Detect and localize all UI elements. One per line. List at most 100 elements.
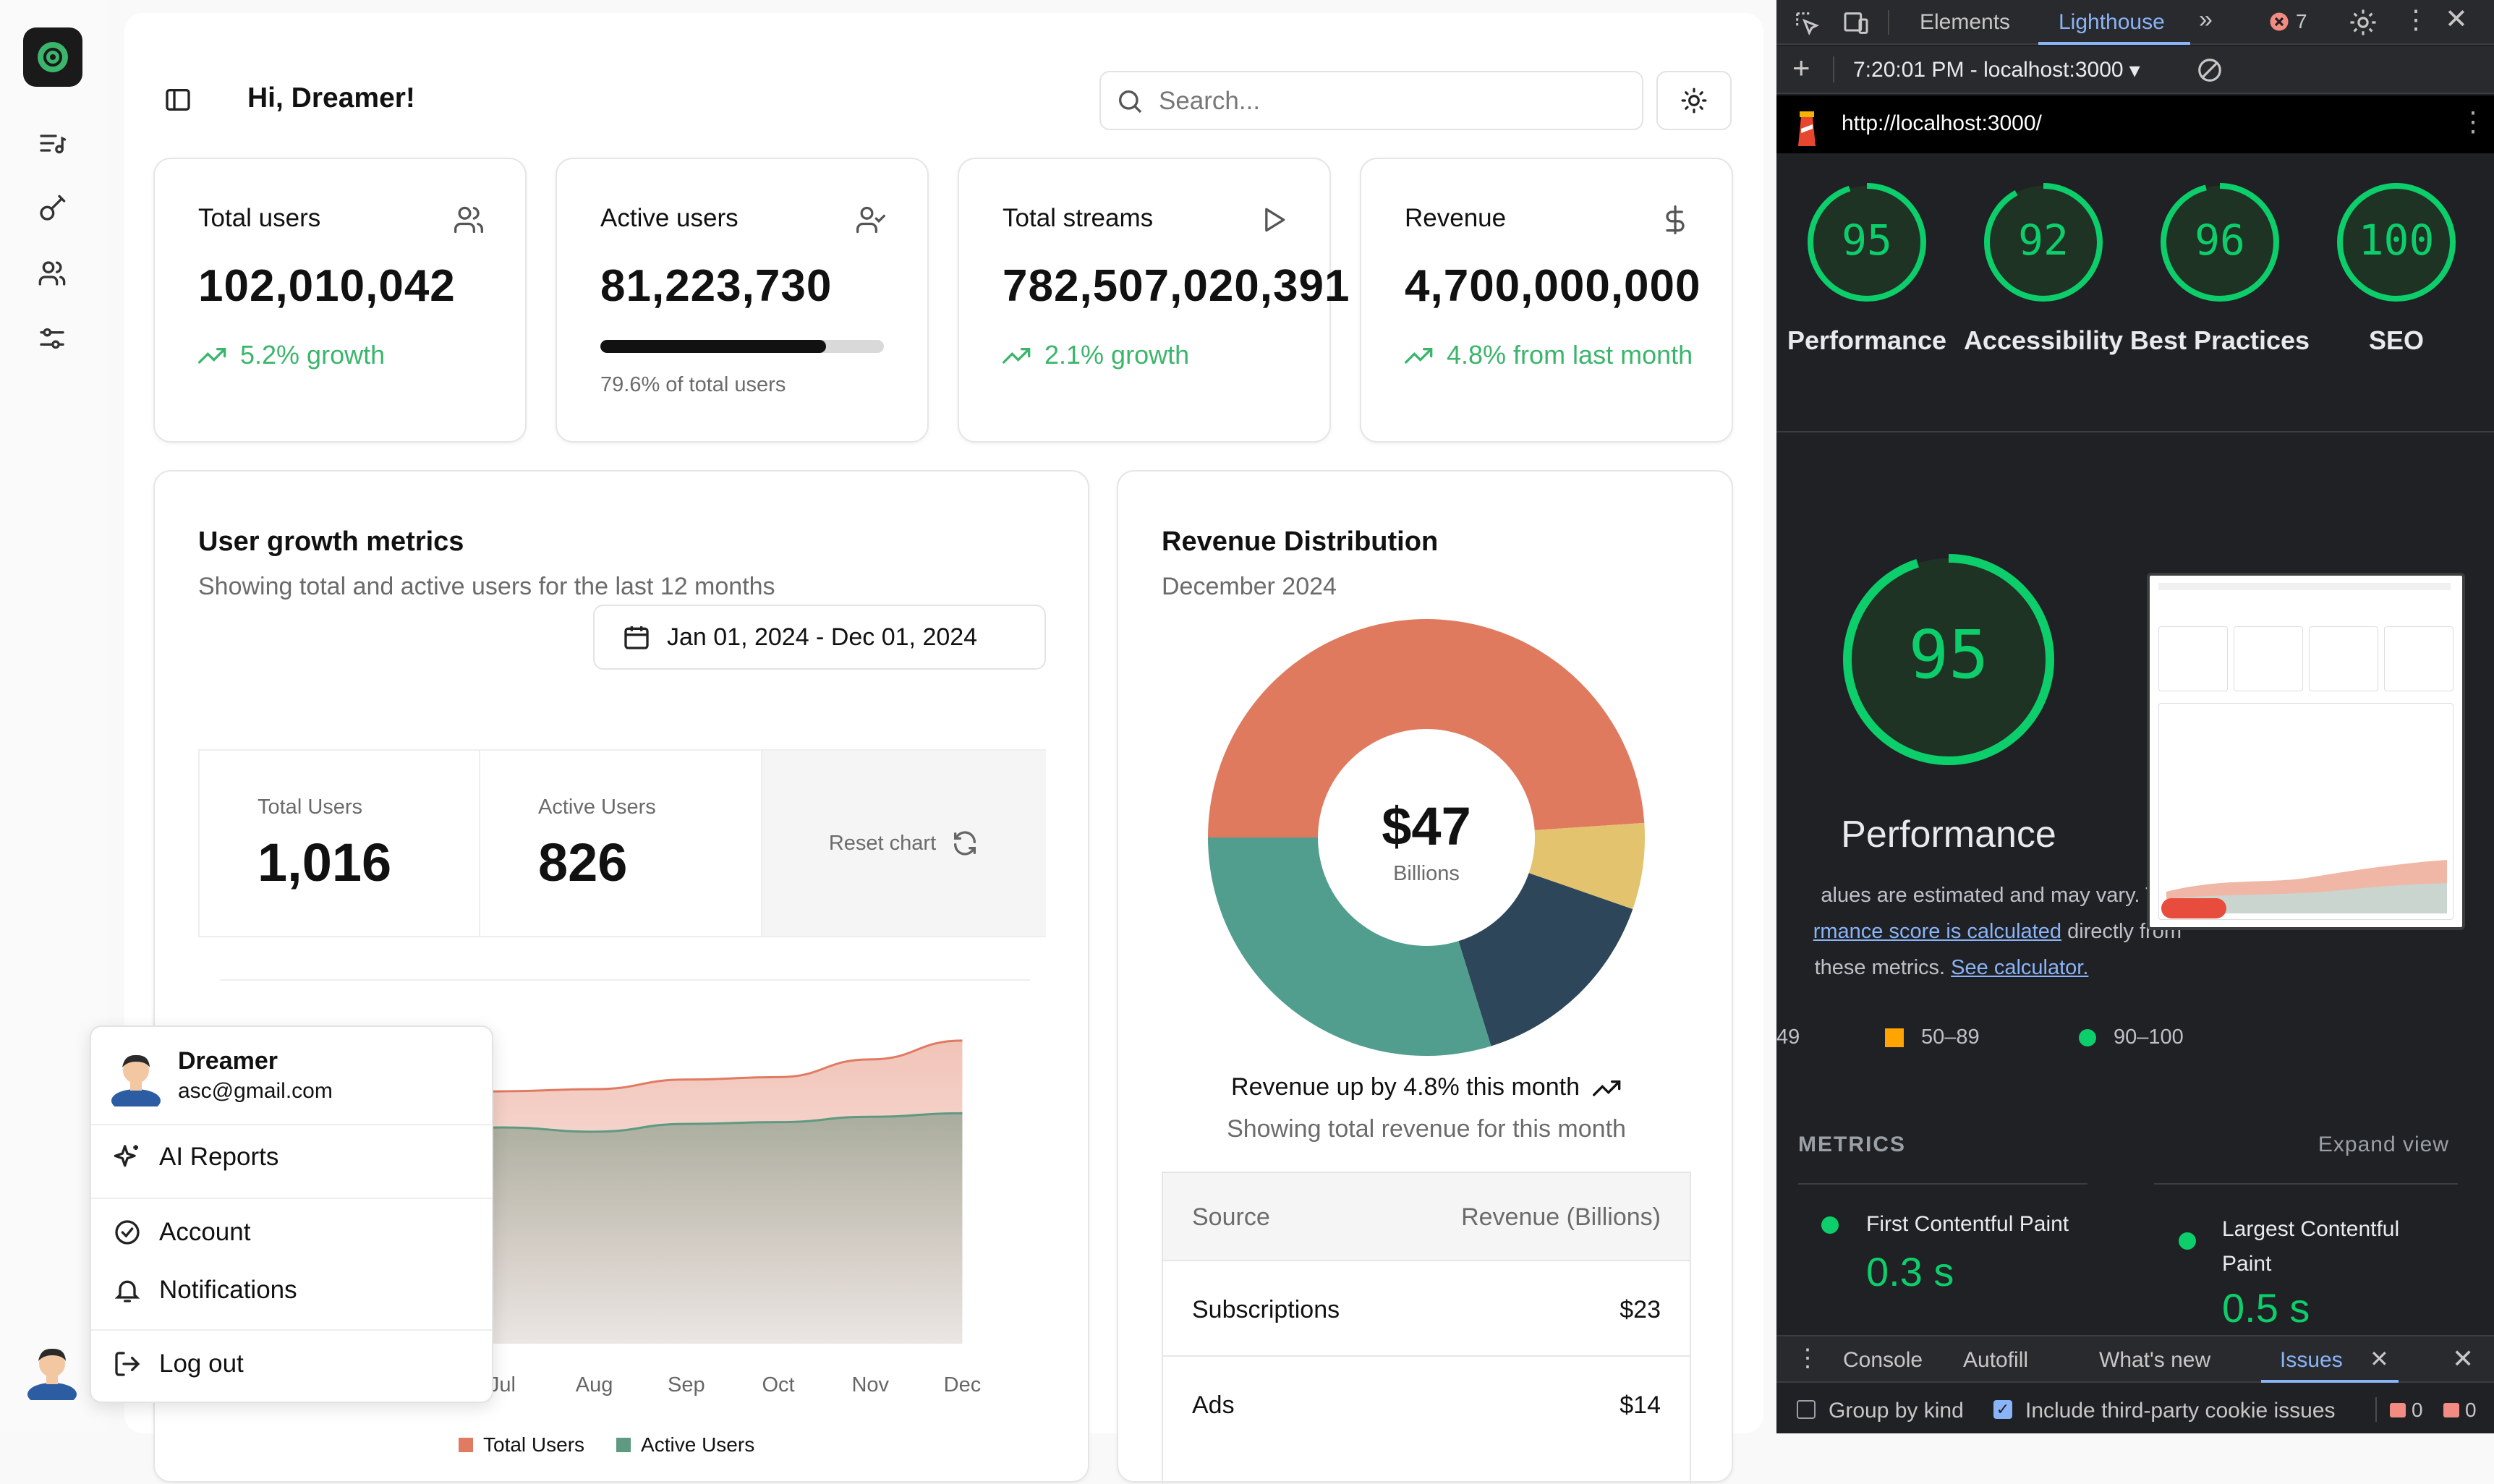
dropdown-caret-icon: ▾ (2129, 59, 2140, 82)
divider (91, 1124, 492, 1125)
growth-label: 2.1% growth (1044, 340, 1190, 370)
search-input[interactable]: Search... (1099, 71, 1643, 130)
drawer-tabbar: ⋮ Console Autofill What's new Issues ✕ ✕ (1776, 1335, 2494, 1383)
issue-count-warnings[interactable]: 0 (2443, 1399, 2477, 1422)
legend-swatch-total (459, 1438, 473, 1452)
play-icon (1265, 208, 1285, 232)
error-issue-icon (2390, 1403, 2406, 1417)
x-tick-label: Dec (944, 1373, 982, 1396)
page-screenshot-thumbnail[interactable] (2147, 573, 2465, 930)
close-drawer-icon[interactable]: ✕ (2452, 1344, 2474, 1374)
menu-item-notifications[interactable]: Notifications (113, 1276, 297, 1305)
tab-lighthouse[interactable]: Lighthouse (2059, 10, 2165, 35)
drawer-tab-whats-new[interactable]: What's new (2099, 1348, 2210, 1373)
lighthouse-toolbar: + 7:20:01 PM - localhost:3000 ▾ (1776, 46, 2494, 94)
big-score-label: Performance (1841, 814, 2056, 856)
menu-item-label: AI Reports (159, 1143, 279, 1171)
menu-user-email: asc@gmail.com (178, 1079, 333, 1103)
score-gauge[interactable]: 95 (1805, 181, 1928, 304)
playlist-icon[interactable] (36, 127, 68, 159)
new-report-icon[interactable]: + (1792, 51, 1810, 85)
score-gauge[interactable]: 100 (2335, 181, 2458, 304)
drawer-tab-autofill[interactable]: Autofill (1963, 1348, 2028, 1373)
sidebar-toggle-icon[interactable] (163, 85, 195, 117)
close-issues-tab-icon[interactable]: ✕ (2370, 1345, 2389, 1373)
group-by-kind-checkbox[interactable] (1797, 1400, 1816, 1419)
score-gauge[interactable]: 96 (2158, 181, 2281, 304)
thumb-card (2384, 626, 2453, 691)
divider (1776, 431, 2494, 432)
stat-value: 4,700,000,000 (1405, 261, 1701, 311)
stat-value: 102,010,042 (198, 261, 456, 311)
card-title: Revenue Distribution (1162, 526, 1439, 557)
revenue-trend-label: Revenue up by 4.8% this month (1231, 1073, 1580, 1101)
expand-view-toggle[interactable]: Expand view (2318, 1133, 2449, 1157)
third-party-checkbox[interactable]: ✓ (1993, 1400, 2012, 1419)
stat-title: Active users (600, 204, 739, 232)
table-row: Ads $14 (1163, 1357, 1690, 1452)
menu-item-logout[interactable]: Log out (113, 1349, 244, 1378)
sliders-icon[interactable] (36, 323, 68, 354)
more-tabs-icon[interactable]: » (2199, 6, 2213, 34)
drawer-menu-icon[interactable]: ⋮ (1795, 1344, 1820, 1373)
user-menu: Dreamer asc@gmail.com AI Reports Account… (90, 1025, 493, 1403)
devtools-panel: Elements Lighthouse » 7 ⋮ ✕ + 7:20:01 PM… (1776, 0, 2494, 1433)
menu-item-label: Log out (159, 1349, 244, 1378)
calculator-link[interactable]: See calculator. (1951, 956, 2088, 979)
divider (1798, 1183, 2087, 1185)
url-menu-icon[interactable]: ⋮ (2459, 106, 2487, 138)
legend-mid-label: 50–89 (1921, 1025, 1980, 1049)
user-avatar[interactable] (25, 1339, 80, 1400)
stat-title: Total streams (1003, 204, 1154, 232)
metric-fcp-label: First Contentful Paint (1866, 1212, 2069, 1236)
users-nav-icon[interactable] (36, 257, 68, 289)
thumb-error-badge (2161, 898, 2226, 918)
dollar-icon (1666, 205, 1685, 234)
header-source: Source (1192, 1203, 1270, 1231)
device-toggle-icon[interactable] (1842, 9, 1870, 38)
divider (91, 1198, 492, 1199)
stat-card-total-streams: Total streams 782,507,020,391 2.1% growt… (958, 158, 1349, 443)
menu-item-account[interactable]: Account (113, 1218, 250, 1247)
stat-title: Total users (198, 204, 321, 232)
tab-elements[interactable]: Elements (1920, 10, 2010, 35)
report-selector[interactable]: 7:20:01 PM - localhost:3000 ▾ (1853, 58, 2140, 83)
drawer-tab-issues[interactable]: Issues (2280, 1348, 2343, 1373)
donut-center-value: $47 (1382, 796, 1471, 856)
trending-up-icon (1003, 348, 1031, 364)
search-placeholder: Search... (1159, 87, 1261, 115)
clear-icon[interactable] (2196, 56, 2223, 84)
issue-count-errors[interactable]: 0 (2390, 1399, 2423, 1422)
settings-gear-icon[interactable] (2348, 7, 2378, 38)
score-calc-link[interactable]: rmance score is calculated (1813, 920, 2061, 943)
legend-label-total: Total Users (483, 1433, 585, 1456)
thumb-card (2309, 626, 2378, 691)
legend-swatch-active (616, 1438, 631, 1452)
thumb-card (2234, 626, 2303, 691)
drawer-tab-console[interactable]: Console (1843, 1348, 1923, 1373)
revenue-card: Revenue Distribution December 2024 $47 B… (1117, 470, 1735, 1484)
legend-low-label: 49 (1776, 1025, 1800, 1049)
gauge-score: 92 (2018, 216, 2069, 265)
revenue-trend: Revenue up by 4.8% this month (1118, 1073, 1735, 1101)
cell-revenue: $23 (1620, 1296, 1661, 1323)
error-counter[interactable]: 7 (2268, 10, 2307, 33)
score-gauge[interactable]: 92 (1982, 181, 2105, 304)
thumb-header (2158, 583, 2451, 590)
trending-up-icon (1405, 348, 1433, 364)
growth-label: 5.2% growth (240, 340, 386, 370)
app-logo[interactable] (23, 27, 82, 87)
kebab-menu-icon[interactable]: ⋮ (2403, 4, 2429, 35)
log-out-icon (115, 1352, 140, 1376)
gauge-label: Performance (1787, 325, 1947, 355)
inspect-icon[interactable] (1792, 9, 1821, 38)
theme-toggle-button[interactable] (1656, 71, 1732, 130)
close-devtools-icon[interactable]: ✕ (2445, 3, 2468, 35)
third-party-label: Include third-party cookie issues (2025, 1399, 2336, 1423)
metrics-title: METRICS (1798, 1133, 1906, 1156)
stat-growth: 5.2% growth (198, 340, 385, 370)
chart-legend: Total Users Active Users (459, 1433, 754, 1457)
metric-status-icon (1821, 1216, 1839, 1234)
menu-item-ai-reports[interactable]: AI Reports (113, 1143, 278, 1172)
guitar-icon[interactable] (36, 192, 68, 224)
